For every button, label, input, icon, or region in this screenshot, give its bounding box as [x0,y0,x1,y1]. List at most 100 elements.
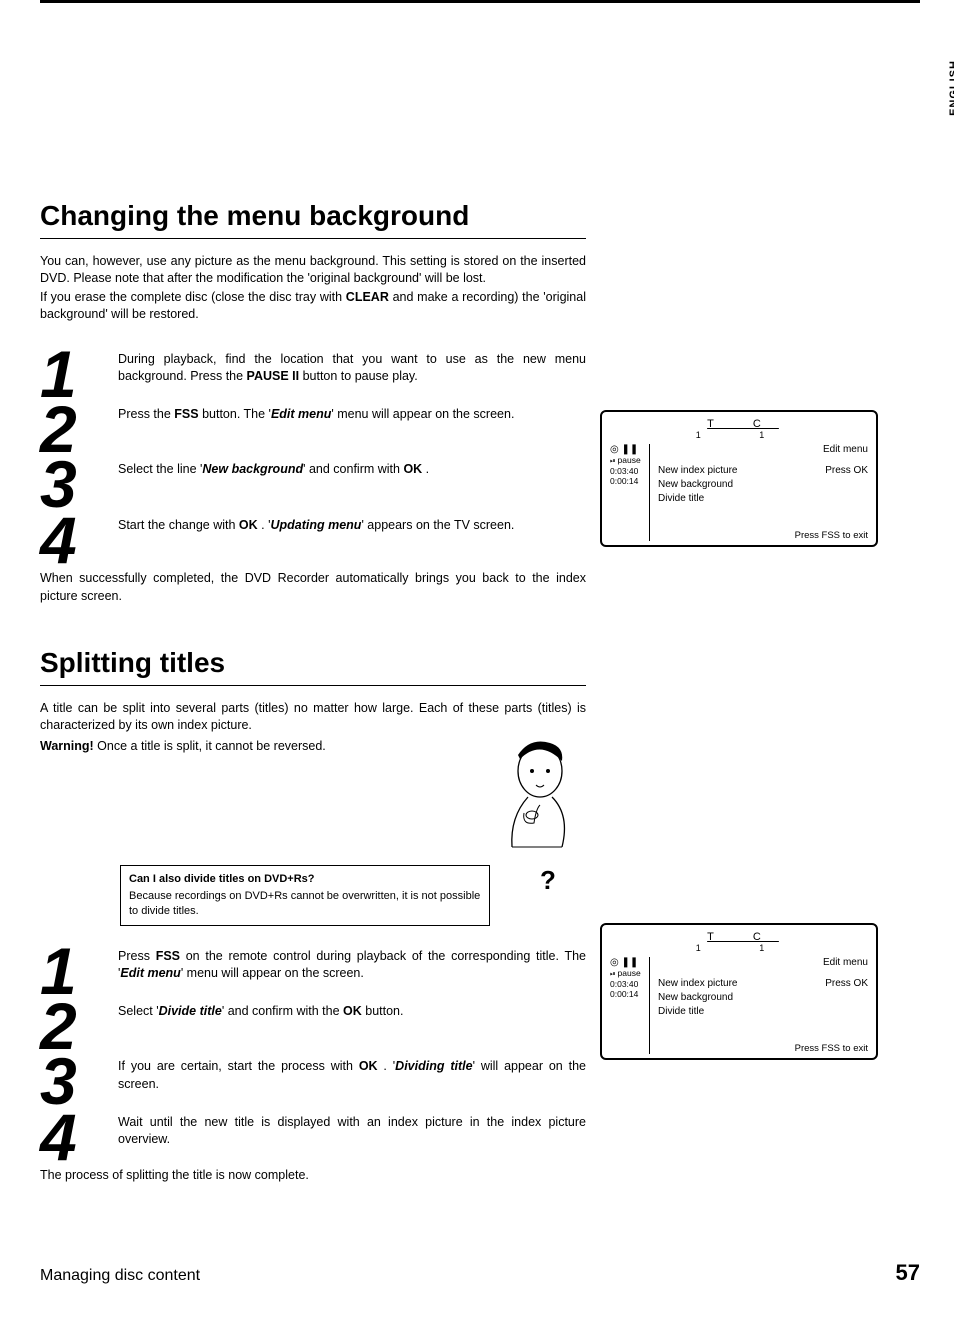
title-underline-2 [40,685,586,686]
ok-label: OK [403,462,422,476]
r: Press OK [825,465,868,476]
step-4b: 4 Wait until the new title is displayed … [40,1112,586,1163]
text: If you erase the complete disc (close th… [40,290,346,304]
t: . ' [378,1059,396,1073]
s2-step2-text: Select 'Divide title' and confirm with t… [118,1001,586,1021]
t: Select ' [118,1004,159,1018]
edit-menu-label: Edit menu [120,966,180,980]
disc-icon: ◎ ❚❚ [610,444,645,455]
t: If you are certain, start the process wi… [118,1059,359,1073]
s2-step1-text: Press FSS on the remote control during p… [118,946,586,983]
tv2-inner: ◎ ❚❚ ⏯ pause 0:03:40 0:00:14 Edit menu N… [610,957,868,1054]
divide-title-label: Divide title [159,1004,222,1018]
tv1-footer: Press FSS to exit [658,530,868,541]
section2-title: Splitting titles [40,647,920,679]
tv2-tc: T C [699,931,779,943]
t: button to pause play. [299,369,418,383]
section2-intro1: A title can be split into several parts … [40,700,586,734]
time2: 0:00:14 [610,989,645,999]
l: Divide title [658,493,704,504]
thinking-person-illustration [490,737,580,877]
section2-after: The process of splitting the title is no… [40,1167,586,1185]
step3-text: Select the line 'New background' and con… [118,459,586,479]
step1-text: During playback, find the location that … [118,349,586,386]
section-splitting-titles: Splitting titles A title can be split in… [40,647,920,1185]
tv-screen-1: T C 1 1 ◎ ❚❚ ⏯ pause 0:03:40 0:00:14 Edi… [600,410,878,547]
step-2: 2 Press the FSS button. The 'Edit menu' … [40,404,586,455]
note-box: Can I also divide titles on DVD+Rs? Beca… [120,865,490,926]
s2-step3-text: If you are certain, start the process wi… [118,1056,586,1093]
step-1: 1 During playback, find the location tha… [40,349,586,400]
pause-text: ⏯ pause [610,455,645,466]
tv1-tc: T C [699,418,779,430]
header-rule [40,0,920,3]
section1-after: When successfully completed, the DVD Rec… [40,570,586,605]
new-bg-label: New background [202,462,303,476]
tv2-row3: Divide title [658,1006,868,1017]
t: ' menu will appear on the screen. [181,966,364,980]
tv2-main: Edit menu New index picturePress OK New … [650,957,868,1054]
t: Press [118,949,156,963]
t: ' appears on the TV screen. [361,518,514,532]
ok-label: OK [343,1004,362,1018]
page-number: 57 [896,1260,920,1286]
person-icon [490,737,580,877]
tv2-footer: Press FSS to exit [658,1043,868,1054]
l: Divide title [658,1006,704,1017]
tv2-menu-title: Edit menu [658,957,868,968]
section1-intro2: If you erase the complete disc (close th… [40,289,586,323]
question-mark-icon: ? [540,865,556,896]
l: New background [658,479,733,490]
dividing-title-label: Dividing title [395,1059,472,1073]
t: button. [362,1004,404,1018]
edit-menu-label: Edit menu [271,407,331,421]
clear-label: CLEAR [346,290,389,304]
step-number-4: 4 [40,515,118,566]
step2-text: Press the FSS button. The 'Edit menu' me… [118,404,586,424]
t: Select the line ' [118,462,202,476]
time1: 0:03:40 [610,979,645,989]
section1-steps: 1 During playback, find the location tha… [40,349,586,567]
t: Start the change with [118,518,239,532]
l: New background [658,992,733,1003]
step-3b: 3 If you are certain, start the process … [40,1056,586,1107]
t: Press the [118,407,174,421]
step-2b: 2 Select 'Divide title' and confirm with… [40,1001,586,1052]
title-underline-1 [40,238,586,239]
tv1-side: ◎ ❚❚ ⏯ pause 0:03:40 0:00:14 [610,444,650,541]
tv1-row3: Divide title [658,493,868,504]
r: Press OK [825,978,868,989]
page-content: Changing the menu background You can, ho… [40,130,920,1073]
note-title: Can I also divide titles on DVD+Rs? [129,872,481,887]
section1-title: Changing the menu background [40,200,920,232]
t: . ' [258,518,271,532]
disc-icon: ◎ ❚❚ [610,957,645,968]
tv1-main: Edit menu New index picture Press OK New … [650,444,868,541]
t: ' menu will appear on the screen. [331,407,514,421]
page-footer: Managing disc content 57 [40,1260,920,1286]
tv2-side: ◎ ❚❚ ⏯ pause 0:03:40 0:00:14 [610,957,650,1054]
time2: 0:00:14 [610,476,645,486]
warning-label: Warning! [40,739,94,753]
tv-screen-2: T C 1 1 ◎ ❚❚ ⏯ pause 0:03:40 0:00:14 Edi… [600,923,878,1060]
ok-label: OK [359,1059,378,1073]
updating-menu-label: Updating menu [270,518,361,532]
t: ' and confirm with the [222,1004,343,1018]
t: ' and confirm with [303,462,403,476]
l: New index picture [658,465,737,476]
tv1-nums: 1 1 [610,430,868,440]
tv2-row1: New index picturePress OK [658,978,868,989]
section-changing-menu-bg: Changing the menu background You can, ho… [40,200,920,605]
tv1-row2: New background [658,479,868,490]
section1-intro1: You can, however, use any picture as the… [40,253,586,287]
footer-section-name: Managing disc content [40,1267,200,1285]
fss-label: FSS [156,949,180,963]
s2-step4-text: Wait until the new title is displayed wi… [118,1112,586,1149]
t: . [422,462,429,476]
step-3: 3 Select the line 'New background' and c… [40,459,586,510]
step-4: 4 Start the change with OK . 'Updating m… [40,515,586,566]
t: button. The ' [199,407,271,421]
tv1-menu-title: Edit menu [658,444,868,455]
ok-label: OK [239,518,258,532]
pause-text: ⏯ pause [610,968,645,979]
